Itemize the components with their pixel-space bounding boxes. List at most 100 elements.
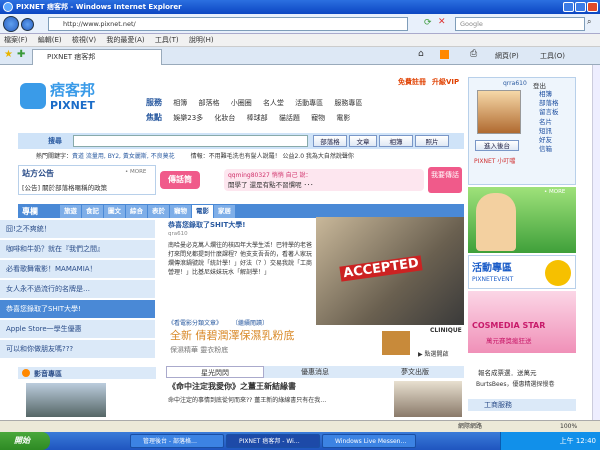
refresh-icon[interactable]: ⟳	[424, 18, 432, 28]
small-window-link[interactable]: PIXNET 小叮噹	[474, 156, 515, 165]
menu-edit[interactable]: 編輯(E)	[38, 36, 62, 44]
user-link-album[interactable]: 相簿	[539, 90, 577, 99]
menu-view[interactable]: 檢視(V)	[72, 36, 96, 44]
nav-blog[interactable]: 部落格	[198, 99, 219, 107]
nav-baseball[interactable]: 棒球部	[247, 114, 268, 122]
article-title[interactable]: 恭喜您錄取了SHIT大學!	[168, 220, 314, 230]
user-link-card[interactable]: 名片	[539, 118, 577, 127]
nav-fame[interactable]: 名人堂	[263, 99, 284, 107]
article-author[interactable]: qra610	[168, 231, 314, 237]
feature-item[interactable]: Apple Store一學生優惠	[0, 320, 155, 339]
tab-stars[interactable]: 星光閃閃	[166, 366, 264, 378]
stop-icon[interactable]: ✕	[438, 17, 446, 27]
site-search-input[interactable]	[73, 135, 308, 147]
feature-item-selected[interactable]: 恭喜您錄取了SHIT大學!	[0, 300, 155, 319]
nav-makeup[interactable]: 化妝台	[214, 114, 235, 122]
search-article-button[interactable]: 文章	[349, 135, 377, 147]
search-album-button[interactable]: 相簿	[379, 135, 413, 147]
print-icon[interactable]: ⎙	[470, 49, 477, 59]
menu-file[interactable]: 檔案(F)	[4, 36, 28, 44]
chat-bubble[interactable]: qqming80327 悄悄 自己 說： 開學了 還是有點不習慣呢 ･･･	[224, 169, 424, 191]
menu-help[interactable]: 說明(H)	[189, 36, 214, 44]
announce-text[interactable]: [公告] 關於部落格暱稱的政策	[22, 182, 107, 192]
right-banner-image[interactable]: • MORE	[468, 187, 576, 253]
bottom-article-image[interactable]	[394, 381, 462, 417]
tab-pet[interactable]: 寵物	[170, 205, 191, 218]
feature-item[interactable]: 囧!之不爽統！	[0, 220, 155, 239]
nav-movie[interactable]: 電影	[336, 114, 350, 122]
search-photo-button[interactable]: 照片	[415, 135, 449, 147]
video-thumbnail[interactable]	[26, 383, 106, 417]
pixnet-logo[interactable]: 痞客邦 PIXNET	[20, 79, 130, 115]
nav-service-area[interactable]: 服務專區	[334, 99, 362, 107]
search-input[interactable]: Google	[455, 17, 585, 31]
maximize-button[interactable]	[575, 2, 586, 12]
add-favorites-icon[interactable]: ✚	[17, 49, 25, 60]
search-icon[interactable]: ⌕	[587, 17, 591, 27]
avatar[interactable]	[477, 90, 521, 134]
browser-tab-pixnet[interactable]: PIXNET 痞客邦	[32, 49, 162, 65]
back-button[interactable]	[3, 16, 19, 32]
taskbar-item-messenger[interactable]: Windows Live Messen…	[322, 434, 416, 448]
taskbar-item-backend[interactable]: 管理後台 ‑ 部落格…	[130, 434, 224, 448]
start-button[interactable]: 開始	[0, 432, 50, 450]
enter-backend-button[interactable]: 進入後台	[475, 140, 519, 151]
tab-movie[interactable]: 電影	[192, 205, 213, 218]
upgrade-vip-link[interactable]: 升級VIP	[432, 77, 459, 87]
address-field[interactable]: http://www.pixnet.net/	[48, 17, 408, 31]
nav-circle[interactable]: 小圈圈	[231, 99, 252, 107]
nav-album[interactable]: 相簿	[173, 99, 187, 107]
movie-poster-image[interactable]: ACCEPTED	[316, 217, 464, 325]
nav-pet[interactable]: 寵物	[311, 114, 325, 122]
tab-illustration[interactable]: 圖文	[104, 205, 125, 218]
tab-general[interactable]: 綜合	[126, 205, 147, 218]
feature-item[interactable]: 咖啡和牛奶？就在『我們之間』	[0, 240, 155, 259]
poster-text: ACCEPTED	[339, 255, 423, 282]
feature-item[interactable]: 女人永不過流行的名牌是…	[0, 280, 155, 299]
forward-button[interactable]	[21, 18, 34, 31]
bottom-tabs: 星光閃閃 優惠消息 夢文出版	[166, 366, 464, 378]
tab-show[interactable]: 表於	[148, 205, 169, 218]
user-link-message[interactable]: 短訊	[539, 127, 577, 136]
username[interactable]: qrra610	[503, 80, 527, 87]
tab-food[interactable]: 食記	[82, 205, 103, 218]
right-more-link[interactable]: • MORE	[544, 189, 565, 195]
logout-link[interactable]: 登出	[533, 80, 546, 90]
register-link[interactable]: 免費註冊	[398, 77, 426, 87]
favorites-star-icon[interactable]: ★	[4, 49, 13, 60]
menu-favorites[interactable]: 我的最愛(A)	[106, 36, 144, 44]
nav-ent[interactable]: 娛樂23多	[173, 114, 203, 122]
event-area-banner[interactable]: 活動專區 PIXNETEVENT	[468, 255, 576, 289]
ad-banner[interactable]: 全新 倩碧潤澤保濕乳粉底 保濕精華 靈衣粉底 CLINIQUE ▶ 點選開啟	[160, 325, 464, 361]
window-title: PIXNET 痞客邦 - Windows Internet Explorer	[16, 3, 182, 11]
close-button[interactable]	[587, 2, 598, 12]
nav-cat[interactable]: 貓話題	[279, 114, 300, 122]
user-link-friends[interactable]: 好友	[539, 136, 577, 145]
user-link-mailbox[interactable]: 信箱	[539, 145, 577, 154]
search-blog-button[interactable]: 部落格	[313, 135, 347, 147]
cosmedia-banner[interactable]: COSMEDIA STAR 萬元賽獎瘋狂送	[468, 291, 576, 353]
promo-link-2[interactable]: BurtsBees，優惠精選探慢卷	[476, 379, 555, 388]
ad-sub: 保濕精華 靈衣粉底	[170, 346, 229, 354]
page-menu[interactable]: 網頁(P)	[495, 51, 519, 61]
minimize-button[interactable]	[563, 2, 574, 12]
menu-tools[interactable]: 工具(T)	[155, 36, 179, 44]
taskbar-item-pixnet[interactable]: PIXNET 痞客邦 ‑ Wi…	[226, 434, 320, 448]
tab-publishing[interactable]: 夢文出版	[366, 366, 464, 378]
user-link-blog[interactable]: 部落格	[539, 99, 577, 108]
tab-home[interactable]: 家居	[214, 205, 235, 218]
tab-offers[interactable]: 優惠消息	[266, 366, 364, 378]
home-icon[interactable]: ⌂	[418, 49, 424, 59]
promo-link-1[interactable]: 報名成票選．送萬元	[478, 367, 537, 377]
chat-send-button[interactable]: 我要傳話	[428, 167, 462, 193]
tab-travel[interactable]: 旅遊	[60, 205, 81, 218]
feeds-icon[interactable]	[440, 50, 449, 59]
user-link-guestbook[interactable]: 留言板	[539, 108, 577, 117]
ad-more-link[interactable]: ▶ 點選開啟	[418, 349, 449, 358]
announce-more-link[interactable]: • MORE	[125, 169, 146, 175]
feature-item[interactable]: 必看歌舞電影！MAMAMIA！	[0, 260, 155, 279]
feature-item[interactable]: 可以和你做朋友嗎???	[0, 340, 155, 359]
page-scrollbar[interactable]	[592, 65, 600, 420]
tools-menu[interactable]: 工具(O)	[540, 51, 565, 61]
nav-event[interactable]: 活動專區	[295, 99, 323, 107]
